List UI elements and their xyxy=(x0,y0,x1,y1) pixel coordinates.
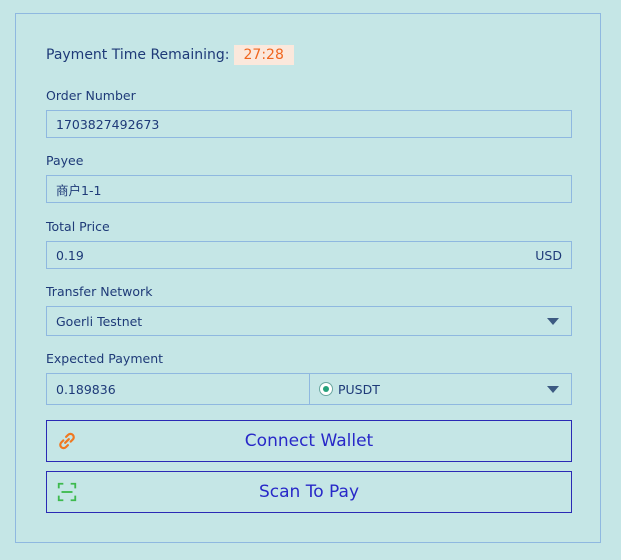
link-icon xyxy=(59,432,75,450)
expected-amount-value: 0.189836 xyxy=(56,381,116,397)
currency-label: USD xyxy=(535,247,562,263)
transfer-network-select[interactable]: Goerli Testnet xyxy=(46,306,572,336)
order-number-field[interactable]: 1703827492673 xyxy=(46,110,572,138)
payee-label: Payee xyxy=(46,153,84,168)
expected-payment-label: Expected Payment xyxy=(46,351,164,366)
chevron-down-icon[interactable] xyxy=(547,317,559,325)
order-number-value: 1703827492673 xyxy=(56,116,160,132)
scan-icon xyxy=(57,482,77,502)
payment-panel: Payment Time Remaining: 27:28 Order Numb… xyxy=(15,13,601,543)
timer-countdown: 27:28 xyxy=(233,45,294,65)
scan-to-pay-button[interactable]: Scan To Pay xyxy=(46,471,572,513)
payee-field[interactable]: 商户1-1 xyxy=(46,175,572,203)
timer-label: Payment Time Remaining: xyxy=(46,47,230,63)
order-number-label: Order Number xyxy=(46,88,136,103)
connect-wallet-button[interactable]: Connect Wallet xyxy=(46,420,572,462)
total-price-value: 0.19 xyxy=(56,247,84,263)
chevron-down-icon[interactable] xyxy=(547,385,559,393)
scan-to-pay-label: Scan To Pay xyxy=(259,482,359,502)
payment-timer-row: Payment Time Remaining: 27:28 xyxy=(46,44,294,66)
total-price-label: Total Price xyxy=(46,219,110,234)
total-price-field[interactable]: 0.19 USD xyxy=(46,241,572,269)
transfer-network-value: Goerli Testnet xyxy=(56,313,143,329)
tether-icon xyxy=(319,382,333,396)
token-value: PUSDT xyxy=(338,381,380,397)
connect-wallet-label: Connect Wallet xyxy=(244,431,374,451)
transfer-network-label: Transfer Network xyxy=(46,284,153,299)
payee-value: 商户1-1 xyxy=(56,182,102,198)
expected-amount-field[interactable]: 0.189836 xyxy=(47,374,310,404)
token-select[interactable]: PUSDT xyxy=(310,374,571,404)
expected-payment-group: 0.189836 PUSDT xyxy=(46,373,572,405)
